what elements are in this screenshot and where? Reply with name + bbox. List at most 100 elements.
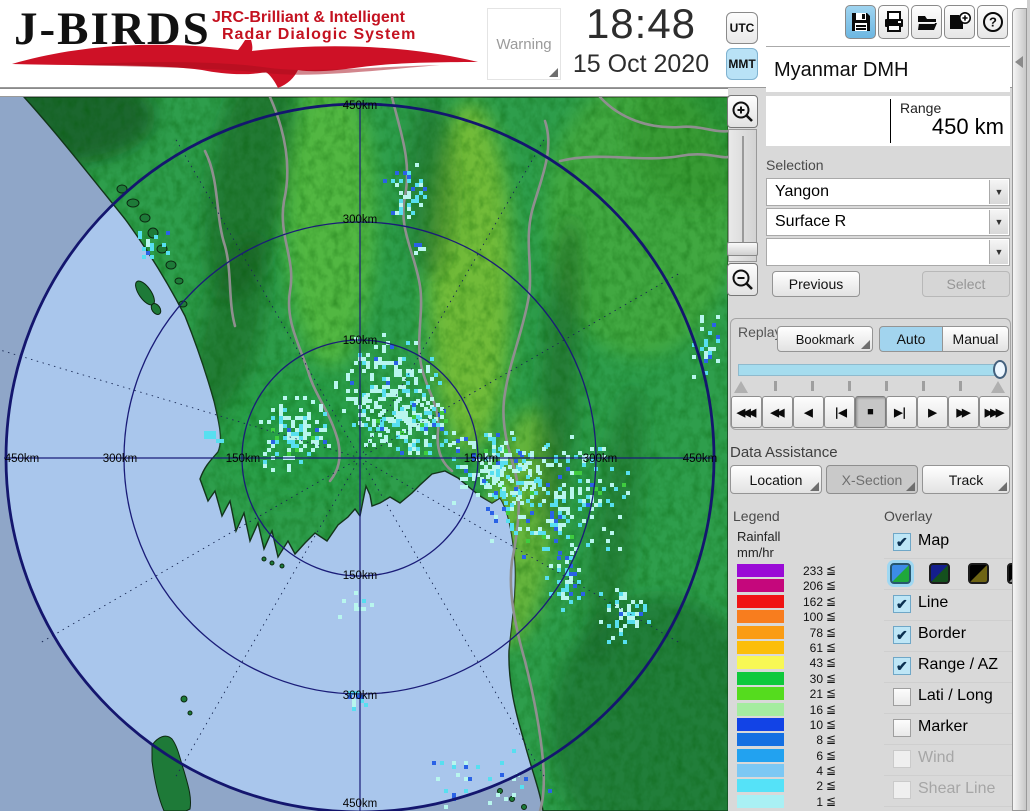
site-dropdown[interactable]: Yangon ▼ — [766, 178, 1010, 206]
bookmark-label: Bookmark — [795, 331, 855, 347]
manual-button[interactable]: Manual — [943, 326, 1009, 352]
legend-value: 206 — [802, 579, 823, 594]
map-style-swatch-2[interactable] — [929, 563, 950, 584]
checkbox[interactable] — [893, 595, 911, 613]
legend-lte-symbol: ≦ — [826, 639, 837, 654]
checkbox[interactable] — [893, 657, 911, 675]
legend-value: 78 — [809, 625, 823, 640]
legend-value: 4 — [816, 764, 823, 779]
zoom-out-icon — [732, 269, 753, 290]
slider-end-marker[interactable] — [991, 381, 1005, 393]
warning-button[interactable]: Warning — [487, 8, 561, 80]
legend-value: 6 — [816, 748, 823, 763]
overlay-label: Range / AZ — [918, 656, 999, 673]
track-button[interactable]: Track — [922, 465, 1010, 494]
corner-expand-icon — [549, 68, 558, 77]
overlay-label: Shear Line — [918, 780, 996, 797]
map-style-swatch-1[interactable] — [890, 563, 911, 584]
play-button[interactable]: ▶ — [917, 396, 948, 428]
utc-button[interactable]: UTC — [726, 12, 758, 44]
legend-color-swatch — [737, 610, 784, 624]
warning-label: Warning — [496, 35, 552, 53]
zoom-in-button[interactable] — [727, 95, 758, 128]
open-folder-button[interactable] — [911, 5, 942, 39]
replay-slider[interactable] — [738, 364, 1004, 376]
stop-button[interactable]: ■ — [855, 396, 886, 428]
replay-slider-thumb[interactable] — [993, 360, 1007, 379]
panel-splitter[interactable] — [1012, 8, 1027, 811]
checkbox[interactable] — [893, 626, 911, 644]
legend-row: 16 ≦ — [737, 702, 847, 717]
zoom-slider-groove — [742, 136, 744, 254]
auto-button[interactable]: Auto — [879, 326, 943, 352]
location-button[interactable]: Location — [730, 465, 822, 494]
play-backward-button[interactable]: ◀ — [793, 396, 824, 428]
slider-start-marker[interactable] — [734, 381, 748, 393]
product-dropdown[interactable]: Surface R ▼ — [766, 208, 1010, 236]
checkbox[interactable] — [893, 533, 911, 551]
chevron-down-icon[interactable]: ▼ — [989, 180, 1008, 204]
map-top-strip — [0, 88, 728, 97]
chevron-down-icon[interactable]: ▼ — [989, 240, 1008, 264]
zoom-out-button[interactable] — [727, 263, 758, 296]
checkbox[interactable] — [893, 719, 911, 737]
clock: 18:48 15 Oct 2020 — [562, 0, 720, 88]
overlay-item-range-az[interactable]: Range / AZ — [884, 652, 1012, 683]
forward-button[interactable]: ▶▶ — [948, 396, 979, 428]
help-button[interactable]: ? — [977, 5, 1008, 39]
range-ring-label: 450km — [343, 100, 378, 112]
legend-row: 233 ≦ — [737, 563, 847, 578]
range-ring-label: 150km — [343, 570, 378, 582]
checkbox[interactable] — [893, 688, 911, 706]
slider-tick — [959, 381, 962, 391]
step-forward-button[interactable]: ▶❘ — [886, 396, 917, 428]
legend-row: 2 ≦ — [737, 778, 847, 793]
overlay-item-lati-long[interactable]: Lati / Long — [884, 683, 1012, 714]
zoom-in-icon — [732, 101, 753, 122]
step-back-button[interactable]: ❘◀ — [824, 396, 855, 428]
overlay-item-border[interactable]: Border — [884, 621, 1012, 652]
bookmark-button[interactable]: Bookmark — [777, 326, 873, 352]
legend-lte-symbol: ≦ — [826, 670, 837, 685]
zoom-slider[interactable] — [727, 129, 758, 262]
range-ring-label: 300km — [343, 214, 378, 226]
legend-row: 6 ≦ — [737, 748, 847, 763]
forward-fast-button[interactable]: ▶▶▶ — [979, 396, 1010, 428]
option-dropdown[interactable]: ▼ — [766, 238, 1010, 266]
zoom-slider-thumb[interactable] — [727, 242, 758, 256]
rewind-button[interactable]: ◀◀ — [762, 396, 793, 428]
legend-lte-symbol: ≦ — [826, 747, 837, 762]
select-button[interactable]: Select — [922, 271, 1010, 297]
overlay-label: Line — [918, 594, 949, 611]
legend-color-swatch — [737, 594, 784, 608]
xsection-button[interactable]: X-Section — [826, 465, 918, 494]
map-style-swatch-3[interactable] — [968, 563, 989, 584]
rewind-fast-button[interactable]: ◀◀◀ — [731, 396, 762, 428]
range-ring-label: 150km — [226, 453, 261, 465]
chevron-down-icon[interactable]: ▼ — [989, 210, 1008, 234]
legend-row: 100 ≦ — [737, 609, 847, 624]
data-assistance-label: Data Assistance — [730, 444, 838, 461]
legend-color-swatch — [737, 640, 784, 654]
previous-button[interactable]: Previous — [772, 271, 860, 297]
legend-value: 30 — [809, 671, 823, 686]
map-zoom-widget — [727, 95, 760, 297]
overlay-item-map[interactable]: Map — [884, 528, 1012, 559]
print-button[interactable] — [878, 5, 909, 39]
replay-label: Replay — [738, 324, 782, 340]
checkbox — [893, 750, 911, 768]
legend-row: 30 ≦ — [737, 671, 847, 686]
overlay-item-line[interactable]: Line — [884, 590, 1012, 621]
slider-tick — [922, 381, 925, 391]
save-button[interactable] — [845, 5, 876, 39]
overlay-item-wind: Wind — [884, 745, 1012, 776]
legend-value: 43 — [809, 656, 823, 671]
overlay-item-marker[interactable]: Marker — [884, 714, 1012, 745]
radar-map[interactable]: 450km 300km 150km 150km 300km 450km 450km 300km… — [0, 95, 730, 811]
add-image-button[interactable] — [944, 5, 975, 39]
corner-menu-icon — [998, 482, 1007, 491]
legend-color-swatch — [737, 564, 784, 577]
collapse-arrow-icon[interactable] — [1015, 56, 1023, 68]
mmt-button[interactable]: MMT — [726, 48, 758, 80]
checkbox — [893, 781, 911, 799]
